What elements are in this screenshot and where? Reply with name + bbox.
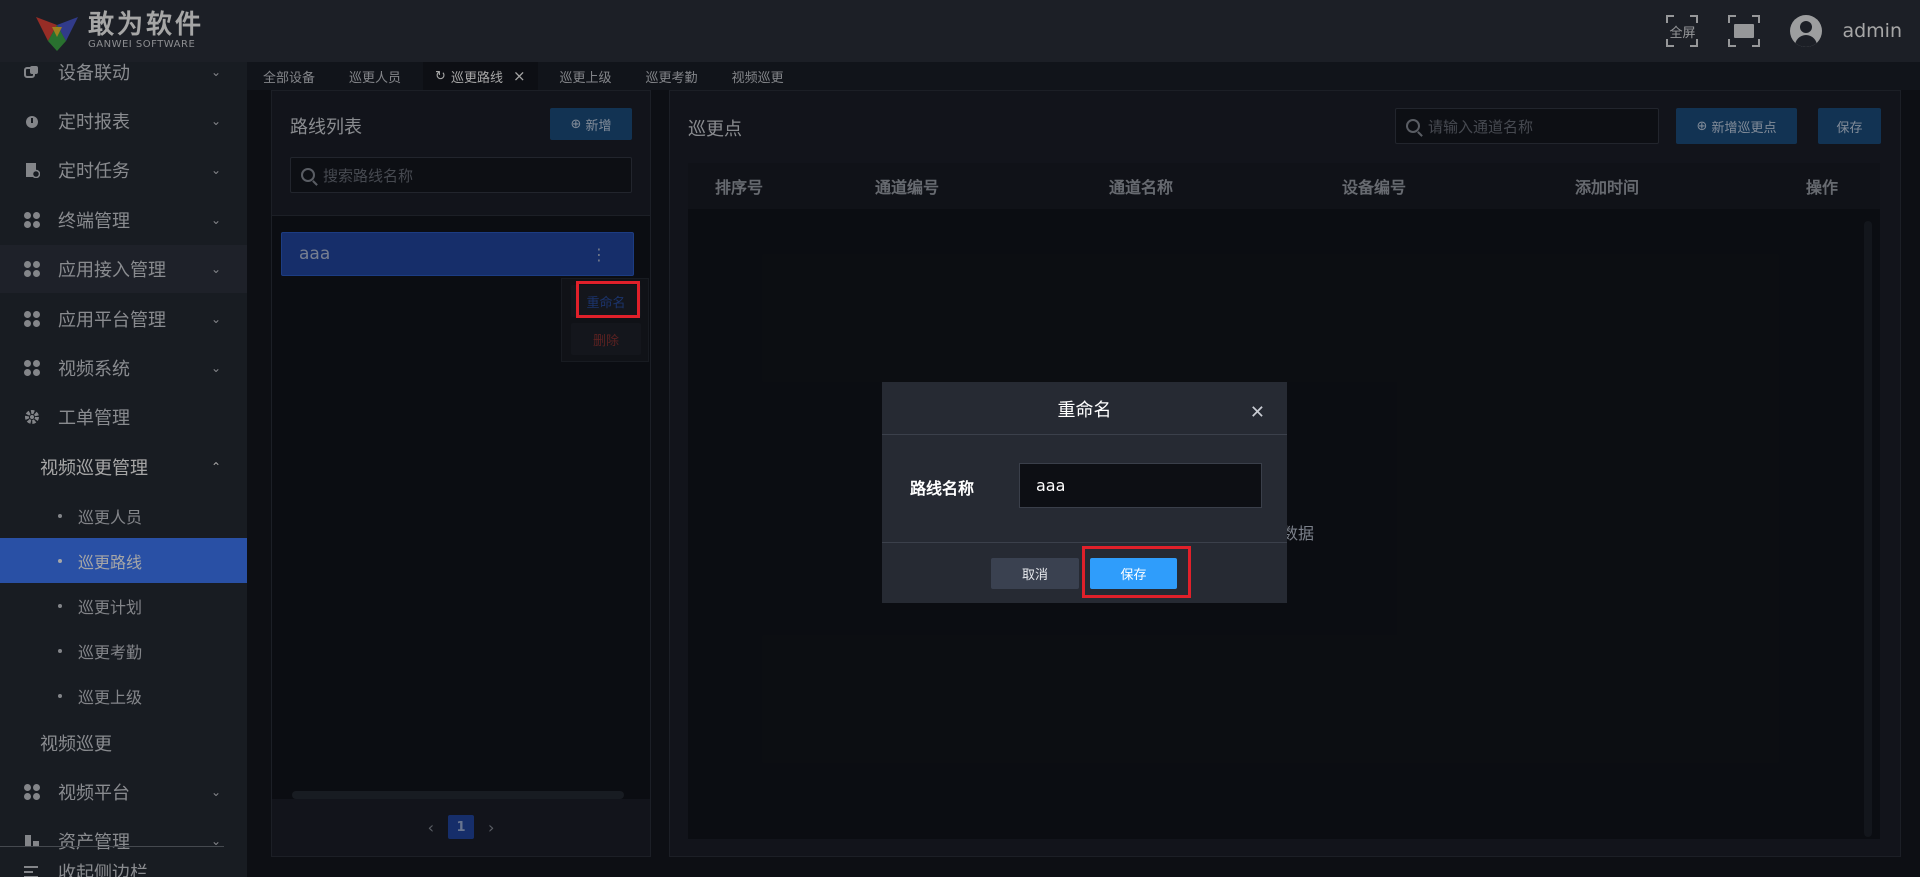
highlight-box <box>576 281 640 318</box>
route-name-label: 路线名称 <box>910 479 975 498</box>
route-name-input[interactable] <box>1019 463 1262 508</box>
cancel-button[interactable]: 取消 <box>991 558 1079 589</box>
close-icon[interactable]: ✕ <box>1250 402 1265 423</box>
highlight-box <box>1082 546 1191 598</box>
dialog-title: 重命名 <box>1057 400 1112 421</box>
